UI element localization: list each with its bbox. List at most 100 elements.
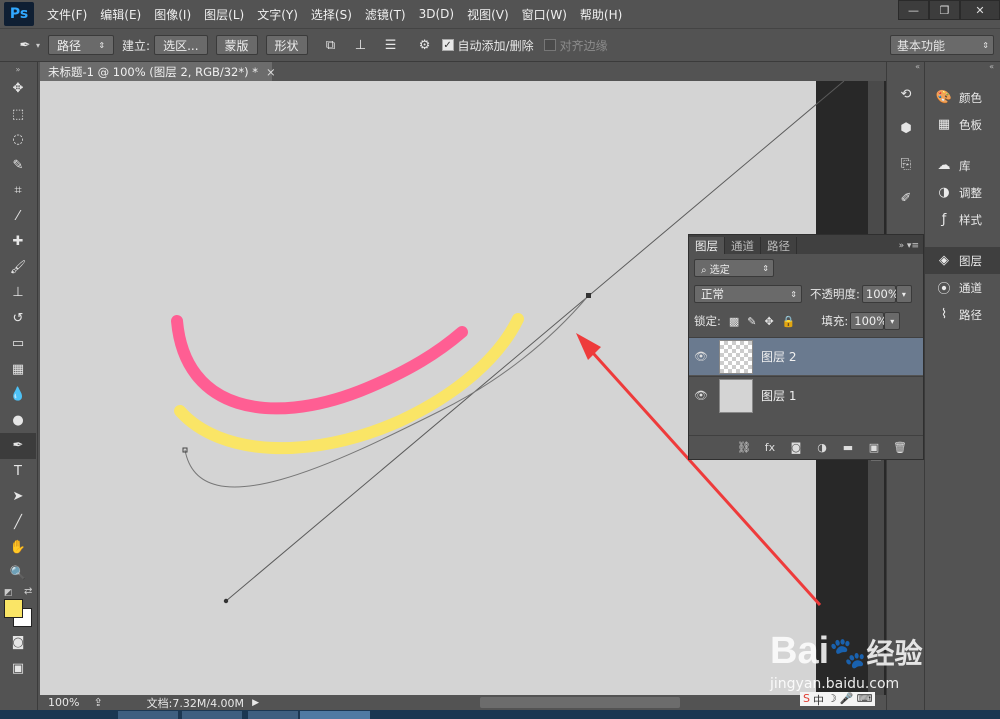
visibility-eye-icon[interactable]: 👁 — [689, 350, 713, 363]
panels-collapse-icon[interactable]: « — [925, 62, 1000, 76]
healing-brush-tool-icon[interactable]: ✚ — [0, 229, 36, 255]
workspace-select[interactable]: 基本功能 ⇕ — [890, 35, 994, 55]
close-tab-icon[interactable]: × — [266, 65, 276, 79]
eraser-tool-icon[interactable]: ▭ — [0, 331, 36, 357]
screen-mode-icon[interactable]: ▣ — [0, 656, 36, 682]
menu-view[interactable]: 视图(V) — [467, 6, 509, 23]
lock-position-icon[interactable]: ✥ — [765, 315, 774, 328]
auto-add-delete-checkbox[interactable]: ✓ — [441, 39, 454, 51]
pen-tool-preset-icon[interactable]: ✒ — [14, 35, 36, 55]
channels-panel-button[interactable]: ⦿ 通道 — [925, 274, 1000, 301]
hand-tool-icon[interactable]: ✋ — [0, 535, 36, 561]
opacity-input[interactable]: 100% — [861, 285, 899, 303]
history-panel-icon[interactable]: ⟲ — [891, 80, 921, 108]
path-operations-icon[interactable]: ⧉ — [320, 35, 342, 55]
layers-panel-button[interactable]: ◈ 图层 — [925, 247, 1000, 274]
taskbar-item[interactable] — [118, 711, 178, 719]
lock-image-icon[interactable]: ✎ — [747, 315, 756, 328]
path-arrangement-icon[interactable]: ☰ — [380, 35, 402, 55]
menu-layer[interactable]: 图层(L) — [204, 6, 244, 23]
menu-image[interactable]: 图像(I) — [154, 6, 191, 23]
path-selection-tool-icon[interactable]: ➤ — [0, 484, 36, 510]
taskbar-item[interactable] — [248, 711, 298, 719]
paths-panel-button[interactable]: ⌇ 路径 — [925, 301, 1000, 328]
marquee-tool-icon[interactable]: ⬚ — [0, 102, 36, 128]
pen-tool-icon[interactable]: ✒ — [0, 433, 36, 459]
path-anchor-selected[interactable] — [586, 293, 591, 298]
move-tool-icon[interactable]: ✥ — [0, 76, 36, 102]
brush-tool-icon[interactable]: 🖌 — [0, 255, 36, 281]
blend-mode-select[interactable]: 正常 ⇕ — [694, 285, 802, 303]
menu-3d[interactable]: 3D(D) — [419, 7, 454, 21]
tab-channels[interactable]: 通道 — [725, 237, 761, 254]
add-mask-icon[interactable]: ◙ — [783, 441, 809, 454]
lock-all-icon[interactable]: 🔒 — [782, 315, 796, 328]
adjustments-panel-button[interactable]: ◑ 调整 — [925, 179, 1000, 206]
lock-transparent-icon[interactable]: ▩ — [729, 315, 739, 328]
styles-panel-button[interactable]: ƒ 样式 — [925, 206, 1000, 233]
blur-tool-icon[interactable]: 💧 — [0, 382, 36, 408]
tab-layers[interactable]: 图层 — [689, 237, 725, 254]
direction-handle-point[interactable] — [223, 598, 229, 604]
gear-icon[interactable]: ⚙ — [414, 35, 436, 55]
swatches-panel-button[interactable]: ▦ 色板 — [925, 111, 1000, 138]
foreground-color-swatch[interactable] — [4, 599, 23, 618]
menu-select[interactable]: 选择(S) — [311, 6, 352, 23]
new-layer-icon[interactable]: ▣ — [861, 441, 887, 454]
layer-filter-select[interactable]: ⌕ 选定 ⇕ — [694, 259, 774, 277]
layer-style-fx-icon[interactable]: fx — [757, 441, 783, 454]
opacity-dropdown-icon[interactable]: ▾ — [895, 285, 912, 303]
layer-row-1[interactable]: 👁 图层 1 — [689, 376, 923, 414]
menu-window[interactable]: 窗口(W) — [522, 6, 567, 23]
export-icon[interactable]: ⇪ — [93, 696, 102, 709]
preset-chevron-down-icon[interactable]: ▾ — [36, 41, 40, 50]
align-edges-checkbox[interactable] — [543, 39, 556, 51]
make-selection-button[interactable]: 选区... — [154, 35, 208, 55]
fill-input[interactable]: 100% — [850, 312, 887, 330]
new-group-icon[interactable]: ▬ — [835, 441, 861, 454]
taskbar-item-active[interactable] — [300, 711, 370, 719]
visibility-eye-icon[interactable]: 👁 — [689, 389, 713, 402]
ime-toolbar[interactable]: S 中 ☽ 🎤 ⌨ — [800, 692, 876, 707]
document-tab[interactable]: 未标题-1 @ 100% (图层 2, RGB/32*) * × — [40, 62, 276, 81]
restore-button[interactable]: ❐ — [929, 0, 960, 20]
tab-paths[interactable]: 路径 — [761, 237, 797, 254]
quick-selection-tool-icon[interactable]: ✎ — [0, 153, 36, 179]
layer-row-2[interactable]: 👁 图层 2 — [689, 337, 923, 375]
menu-filter[interactable]: 滤镜(T) — [365, 6, 406, 23]
lasso-tool-icon[interactable]: ◌ — [0, 127, 36, 153]
dodge-tool-icon[interactable]: ● — [0, 408, 36, 434]
type-tool-icon[interactable]: T — [0, 459, 36, 485]
swap-colors-icon[interactable]: ⇄ — [24, 586, 32, 597]
close-button[interactable]: ✕ — [960, 0, 1000, 20]
clone-stamp-tool-icon[interactable]: ⊥ — [0, 280, 36, 306]
crop-tool-icon[interactable]: ⌗ — [0, 178, 36, 204]
adjustment-layer-icon[interactable]: ◑ — [809, 441, 835, 454]
gradient-tool-icon[interactable]: ▦ — [0, 357, 36, 383]
properties-panel-icon[interactable]: ⎘ — [891, 150, 921, 178]
tool-mode-select[interactable]: 路径 ⇕ — [48, 35, 115, 55]
menu-help[interactable]: 帮助(H) — [580, 6, 622, 23]
fill-dropdown-icon[interactable]: ▾ — [884, 312, 901, 330]
zoom-level[interactable]: 100% — [48, 696, 79, 709]
menu-type[interactable]: 文字(Y) — [257, 6, 298, 23]
collapse-icon[interactable]: » — [0, 62, 36, 76]
3d-panel-icon[interactable]: ⬢ — [891, 114, 921, 142]
color-panel-button[interactable]: 🎨 颜色 — [925, 84, 1000, 111]
eyedropper-tool-icon[interactable]: ⁄ — [0, 204, 36, 230]
status-menu-icon[interactable]: ▶ — [252, 698, 259, 708]
quick-mask-icon[interactable]: ◙ — [0, 630, 36, 656]
link-layers-icon[interactable]: ⛓ — [731, 441, 757, 454]
menu-edit[interactable]: 编辑(E) — [100, 6, 141, 23]
history-brush-tool-icon[interactable]: ↺ — [0, 306, 36, 332]
default-colors-icon[interactable]: ◩ — [4, 588, 13, 598]
brush-presets-panel-icon[interactable]: ✐ — [891, 184, 921, 212]
delete-layer-icon[interactable]: 🗑 — [887, 441, 913, 454]
zoom-tool-icon[interactable]: 🔍 — [0, 561, 36, 587]
menu-file[interactable]: 文件(F) — [47, 6, 87, 23]
line-tool-icon[interactable]: ╱ — [0, 510, 36, 536]
taskbar-item[interactable] — [182, 711, 242, 719]
path-alignment-icon[interactable]: ⊥ — [350, 35, 372, 55]
minimize-button[interactable]: — — [898, 0, 929, 20]
make-shape-button[interactable]: 形状 — [265, 35, 308, 55]
